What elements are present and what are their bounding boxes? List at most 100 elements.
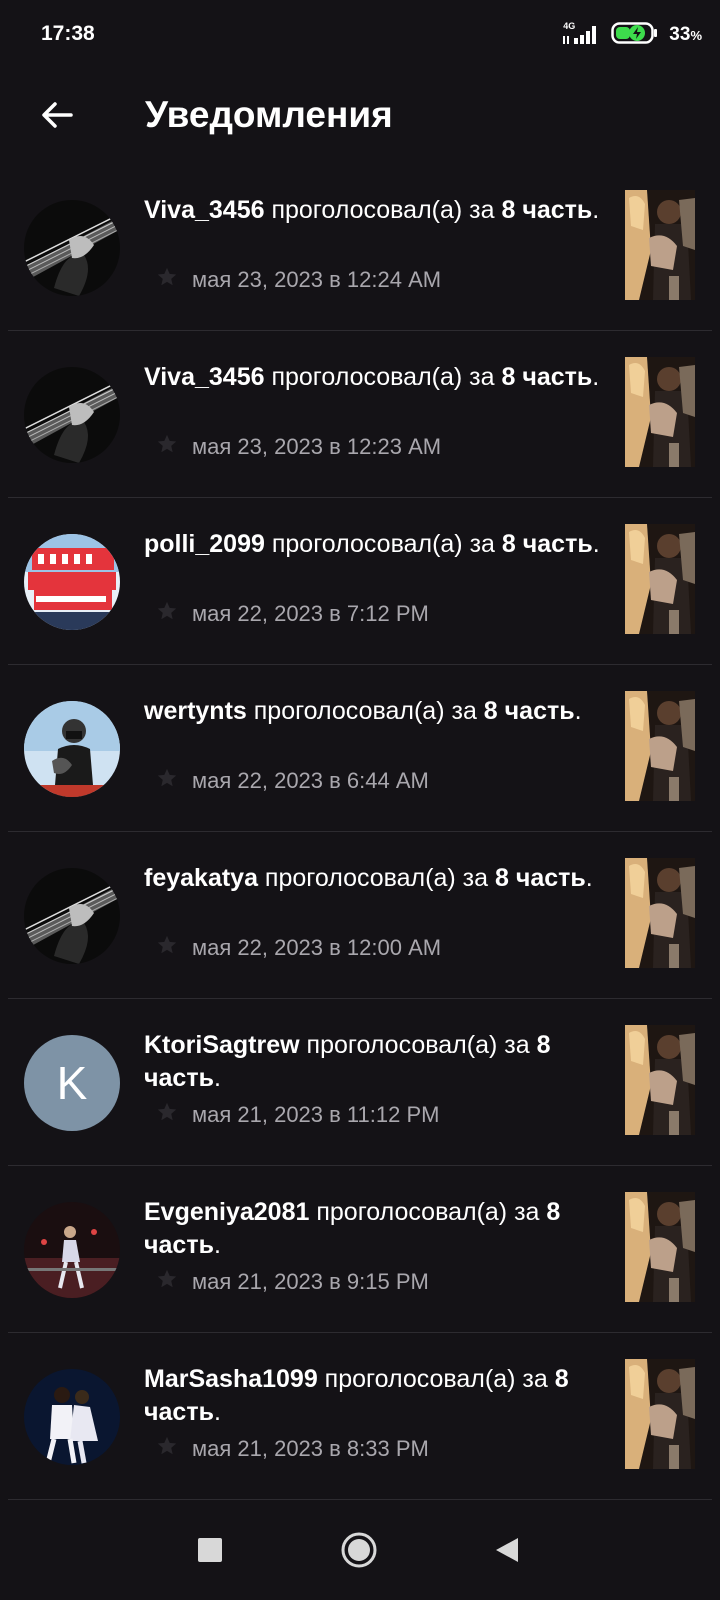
circle-icon	[341, 1532, 377, 1568]
notification-time-row: мая 22, 2023 в 6:44 AM	[156, 767, 429, 794]
page-title: Уведомления	[145, 94, 393, 135]
avatar-letter: K	[56, 1057, 88, 1109]
notification-part-number: 8	[501, 363, 516, 391]
notification-timestamp: мая 21, 2023 в 8:33 PM	[192, 1435, 429, 1461]
notification-part-number: 8	[554, 1365, 569, 1393]
notification-list[interactable]: Viva_3456 проголосовал(а) за 8 часть. мая…	[0, 164, 720, 1500]
arrow-left-icon	[42, 102, 73, 128]
notification-time-row: мая 21, 2023 в 9:15 PM	[156, 1268, 429, 1295]
battery-percent: 33%	[669, 24, 702, 45]
notification-time-row: мая 21, 2023 в 11:12 PM	[156, 1101, 439, 1128]
star-icon	[156, 1268, 178, 1295]
notification-item[interactable]: Evgeniya2081 проголосовал(а) за 8 часть.…	[8, 1166, 712, 1333]
user-avatar[interactable]	[24, 1202, 120, 1298]
notification-message: Viva_3456 проголосовал(а) за 8 часть.	[144, 363, 600, 391]
notification-part-number: 8	[546, 1198, 561, 1226]
notification-item[interactable]: wertynts проголосовал(а) за 8 часть. мая …	[8, 665, 712, 832]
notification-message: Viva_3456 проголосовал(а) за 8 часть.	[144, 196, 600, 224]
story-thumbnail[interactable]	[625, 691, 695, 801]
triangle-back-icon	[496, 1538, 518, 1562]
user-avatar[interactable]	[24, 1369, 120, 1465]
signal-icon: 4G	[561, 21, 601, 48]
notification-part-word: часть	[144, 1231, 214, 1259]
star-icon	[156, 767, 178, 794]
notification-timestamp: мая 22, 2023 в 6:44 AM	[192, 767, 429, 793]
notification-time-row: мая 21, 2023 в 8:33 PM	[156, 1435, 429, 1462]
notification-action: проголосовал(а) за	[309, 1198, 547, 1226]
notification-message: Evgeniya2081 проголосовал(а) за 8 часть.	[144, 1198, 561, 1259]
battery-charging-icon	[611, 21, 659, 50]
notification-username[interactable]: Viva_3456	[144, 363, 265, 391]
story-thumbnail[interactable]	[625, 357, 695, 467]
status-icons: 4G 33%	[561, 21, 702, 50]
home-button[interactable]	[339, 1530, 379, 1570]
notification-timestamp: мая 23, 2023 в 12:23 AM	[192, 433, 442, 459]
story-thumbnail[interactable]	[625, 858, 695, 968]
recents-button[interactable]	[190, 1530, 230, 1570]
star-icon	[156, 433, 178, 460]
notification-part-word: часть	[144, 1064, 214, 1092]
story-thumbnail[interactable]	[625, 1359, 695, 1469]
system-nav-bar	[0, 1500, 720, 1600]
notification-username[interactable]: polli_2099	[144, 530, 265, 558]
star-icon	[156, 934, 178, 961]
story-thumbnail[interactable]	[625, 190, 695, 300]
story-thumbnail[interactable]	[625, 524, 695, 634]
square-icon	[198, 1538, 222, 1562]
notification-part-word: часть	[504, 697, 575, 725]
story-thumbnail[interactable]	[625, 1192, 695, 1302]
notification-part-number: 8	[494, 864, 509, 892]
status-time: 17:38	[41, 22, 95, 45]
story-thumbnail[interactable]	[625, 1025, 695, 1135]
notification-time-row: мая 22, 2023 в 7:12 PM	[156, 600, 429, 627]
notification-part-number: 8	[501, 530, 516, 558]
notification-time-row: мая 23, 2023 в 12:23 AM	[156, 433, 441, 460]
notification-part-number: 8	[501, 196, 516, 224]
notification-username[interactable]: KtoriSagtrew	[144, 1031, 300, 1059]
notification-message: feyakatya проголосовал(а) за 8 часть.	[144, 864, 593, 892]
notification-part-number: 8	[483, 697, 498, 725]
notification-time-row: мая 23, 2023 в 12:24 AM	[156, 266, 441, 293]
user-avatar[interactable]	[24, 701, 120, 797]
notification-username[interactable]: feyakatya	[144, 864, 258, 892]
user-avatar[interactable]: K	[24, 1035, 120, 1131]
notification-time-row: мая 22, 2023 в 12:00 AM	[156, 934, 441, 961]
notification-item[interactable]: MarSasha1099 проголосовал(а) за 8 часть.…	[8, 1333, 712, 1500]
star-icon	[156, 266, 178, 293]
notification-username[interactable]: wertynts	[144, 697, 247, 725]
user-avatar[interactable]	[24, 200, 120, 296]
notification-message: polli_2099 проголосовал(а) за 8 часть.	[144, 530, 600, 558]
notification-action: проголосовал(а) за	[299, 1031, 537, 1059]
notification-timestamp: мая 22, 2023 в 12:00 AM	[192, 934, 442, 960]
notification-action: проголосовал(а) за	[264, 196, 502, 224]
notification-item[interactable]: Viva_3456 проголосовал(а) за 8 часть. мая…	[8, 331, 712, 498]
notification-timestamp: мая 21, 2023 в 11:12 PM	[192, 1101, 440, 1127]
back-button[interactable]	[34, 92, 80, 138]
notification-action: проголосовал(а) за	[257, 864, 495, 892]
notification-part-word: часть	[144, 1398, 214, 1426]
notification-message: KtoriSagtrew проголосовал(а) за 8 часть.	[144, 1031, 551, 1092]
notification-username[interactable]: Evgeniya2081	[144, 1198, 309, 1226]
notification-item[interactable]: polli_2099 проголосовал(а) за 8 часть. ма…	[8, 498, 712, 665]
notification-action: проголосовал(а) за	[264, 530, 502, 558]
user-avatar[interactable]	[24, 534, 120, 630]
notification-part-word: часть	[515, 864, 586, 892]
notification-part-word: часть	[522, 530, 593, 558]
user-avatar[interactable]	[24, 868, 120, 964]
notification-username[interactable]: MarSasha1099	[144, 1365, 318, 1393]
back-nav-button[interactable]	[487, 1530, 527, 1570]
notification-part-number: 8	[536, 1031, 551, 1059]
app-bar: Уведомления	[0, 72, 720, 162]
notification-item[interactable]: K KtoriSagtrew проголосовал(а) за 8 часть…	[8, 999, 712, 1166]
notification-username[interactable]: Viva_3456	[144, 196, 265, 224]
notification-action: проголосовал(а) за	[264, 363, 502, 391]
notification-message: MarSasha1099 проголосовал(а) за 8 часть.	[144, 1365, 569, 1426]
notification-part-word: часть	[522, 196, 593, 224]
notification-timestamp: мая 21, 2023 в 9:15 PM	[192, 1268, 429, 1294]
notification-item[interactable]: feyakatya проголосовал(а) за 8 часть. мая…	[8, 832, 712, 999]
notification-timestamp: мая 22, 2023 в 7:12 PM	[192, 600, 429, 626]
notification-message: wertynts проголосовал(а) за 8 часть.	[144, 697, 582, 725]
user-avatar[interactable]	[24, 367, 120, 463]
notification-item[interactable]: Viva_3456 проголосовал(а) за 8 часть. мая…	[8, 164, 712, 331]
star-icon	[156, 600, 178, 627]
